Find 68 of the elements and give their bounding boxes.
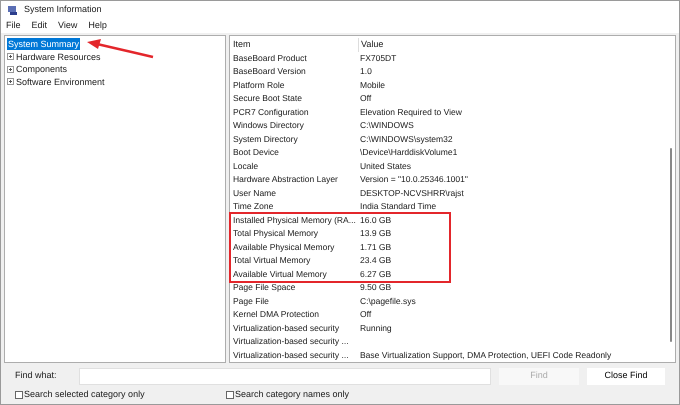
scrollbar-thumb[interactable] bbox=[670, 148, 672, 342]
table-cell: DESKTOP-NCVSHRR\rajst bbox=[360, 186, 464, 200]
table-cell: 9.50 GB bbox=[360, 281, 392, 294]
table-cell-text: Virtualization-based security ... bbox=[233, 335, 350, 348]
table-cell: Off bbox=[360, 92, 372, 106]
expand-icon[interactable] bbox=[7, 53, 14, 60]
table-cell: C:\WINDOWS\system32 bbox=[360, 132, 453, 146]
table-cell-text: BaseBoard Version bbox=[233, 65, 307, 78]
table-cell-text: Secure Boot State bbox=[233, 92, 303, 106]
menu-item[interactable]: Help bbox=[87, 19, 108, 33]
table-cell: 6.27 GB bbox=[360, 268, 392, 281]
expand-icon[interactable] bbox=[7, 78, 14, 86]
table-cell: C:\WINDOWS bbox=[360, 119, 414, 132]
table-cell-text: Page File bbox=[233, 294, 270, 308]
table-cell-text: Boot Device bbox=[233, 146, 280, 160]
table-cell: Version = "10.0.25346.1001" bbox=[360, 173, 468, 186]
table-cell: United States bbox=[360, 160, 412, 173]
menu-item[interactable]: View bbox=[57, 19, 78, 33]
table-cell-text: Locale bbox=[233, 160, 260, 173]
table-cell: \Device\HarddiskVolume1 bbox=[360, 146, 458, 160]
table-cell-text: BaseBoard Product bbox=[233, 52, 308, 65]
table-cell: 13.9 GB bbox=[360, 227, 392, 240]
table-cell-text: System Directory bbox=[233, 132, 299, 146]
checkbox[interactable] bbox=[226, 391, 234, 399]
table-cell-text: Total Physical Memory bbox=[233, 227, 320, 240]
table-cell-text: Installed Physical Memory (RA... bbox=[233, 214, 357, 227]
table-cell-text: Windows Directory bbox=[233, 119, 305, 132]
tree-item[interactable]: Components bbox=[15, 63, 68, 76]
close-find-button[interactable]: Close Find bbox=[587, 368, 665, 384]
table-cell-text: Virtualization-based security ... bbox=[233, 348, 350, 362]
tree-item[interactable]: System Summary bbox=[7, 38, 80, 50]
table-cell: India Standard Time bbox=[360, 200, 436, 214]
checkbox-label[interactable]: Search category names only bbox=[235, 388, 350, 402]
app-icon bbox=[7, 4, 18, 16]
table-cell-text: Available Virtual Memory bbox=[233, 268, 328, 281]
window-title: System Information bbox=[24, 3, 102, 16]
checkbox-label[interactable]: Search selected category only bbox=[24, 388, 145, 402]
checkbox[interactable] bbox=[15, 391, 23, 399]
table-cell-text: Page File Space bbox=[233, 281, 296, 294]
table-cell-text: Kernel DMA Protection bbox=[233, 308, 320, 322]
table-cell: Base Virtualization Support, DMA Protection, UEFI Code Readonly bbox=[360, 348, 612, 362]
table-cell: C:\pagefile.sys bbox=[360, 294, 416, 308]
table-cell: 16.0 GB bbox=[360, 214, 392, 227]
table-cell-text: Virtualization-based security bbox=[233, 322, 340, 335]
column-header[interactable]: Item bbox=[233, 38, 358, 52]
tree-item[interactable]: Software Environment bbox=[15, 76, 106, 88]
column-header[interactable]: Value bbox=[358, 38, 384, 52]
table-cell: Mobile bbox=[360, 78, 386, 92]
table-cell: Off bbox=[360, 308, 372, 322]
menu-item[interactable]: Edit bbox=[30, 19, 48, 33]
table-cell-text: Platform Role bbox=[233, 78, 286, 92]
table-cell-text: PCR7 Configuration bbox=[233, 106, 310, 119]
table-cell-text: User Name bbox=[233, 186, 277, 200]
expand-icon[interactable] bbox=[7, 66, 14, 73]
tree-item[interactable]: Hardware Resources bbox=[15, 50, 102, 63]
table-cell: 23.4 GB bbox=[360, 254, 392, 268]
table-cell: FX705DT bbox=[360, 52, 396, 65]
table-cell: Running bbox=[360, 322, 392, 335]
table-cell-text: Total Virtual Memory bbox=[233, 254, 312, 268]
table-cell-text: Time Zone bbox=[233, 200, 274, 214]
table-cell: 1.71 GB bbox=[360, 240, 392, 254]
find-label: Find what: bbox=[15, 369, 58, 382]
menu-item[interactable]: File bbox=[5, 19, 22, 33]
table-cell-text: Hardware Abstraction Layer bbox=[233, 173, 339, 186]
table-cell-text: Available Physical Memory bbox=[233, 240, 336, 254]
table-cell: Elevation Required to View bbox=[360, 106, 462, 119]
table-cell: 1.0 bbox=[360, 65, 372, 78]
find-field[interactable] bbox=[79, 368, 491, 384]
